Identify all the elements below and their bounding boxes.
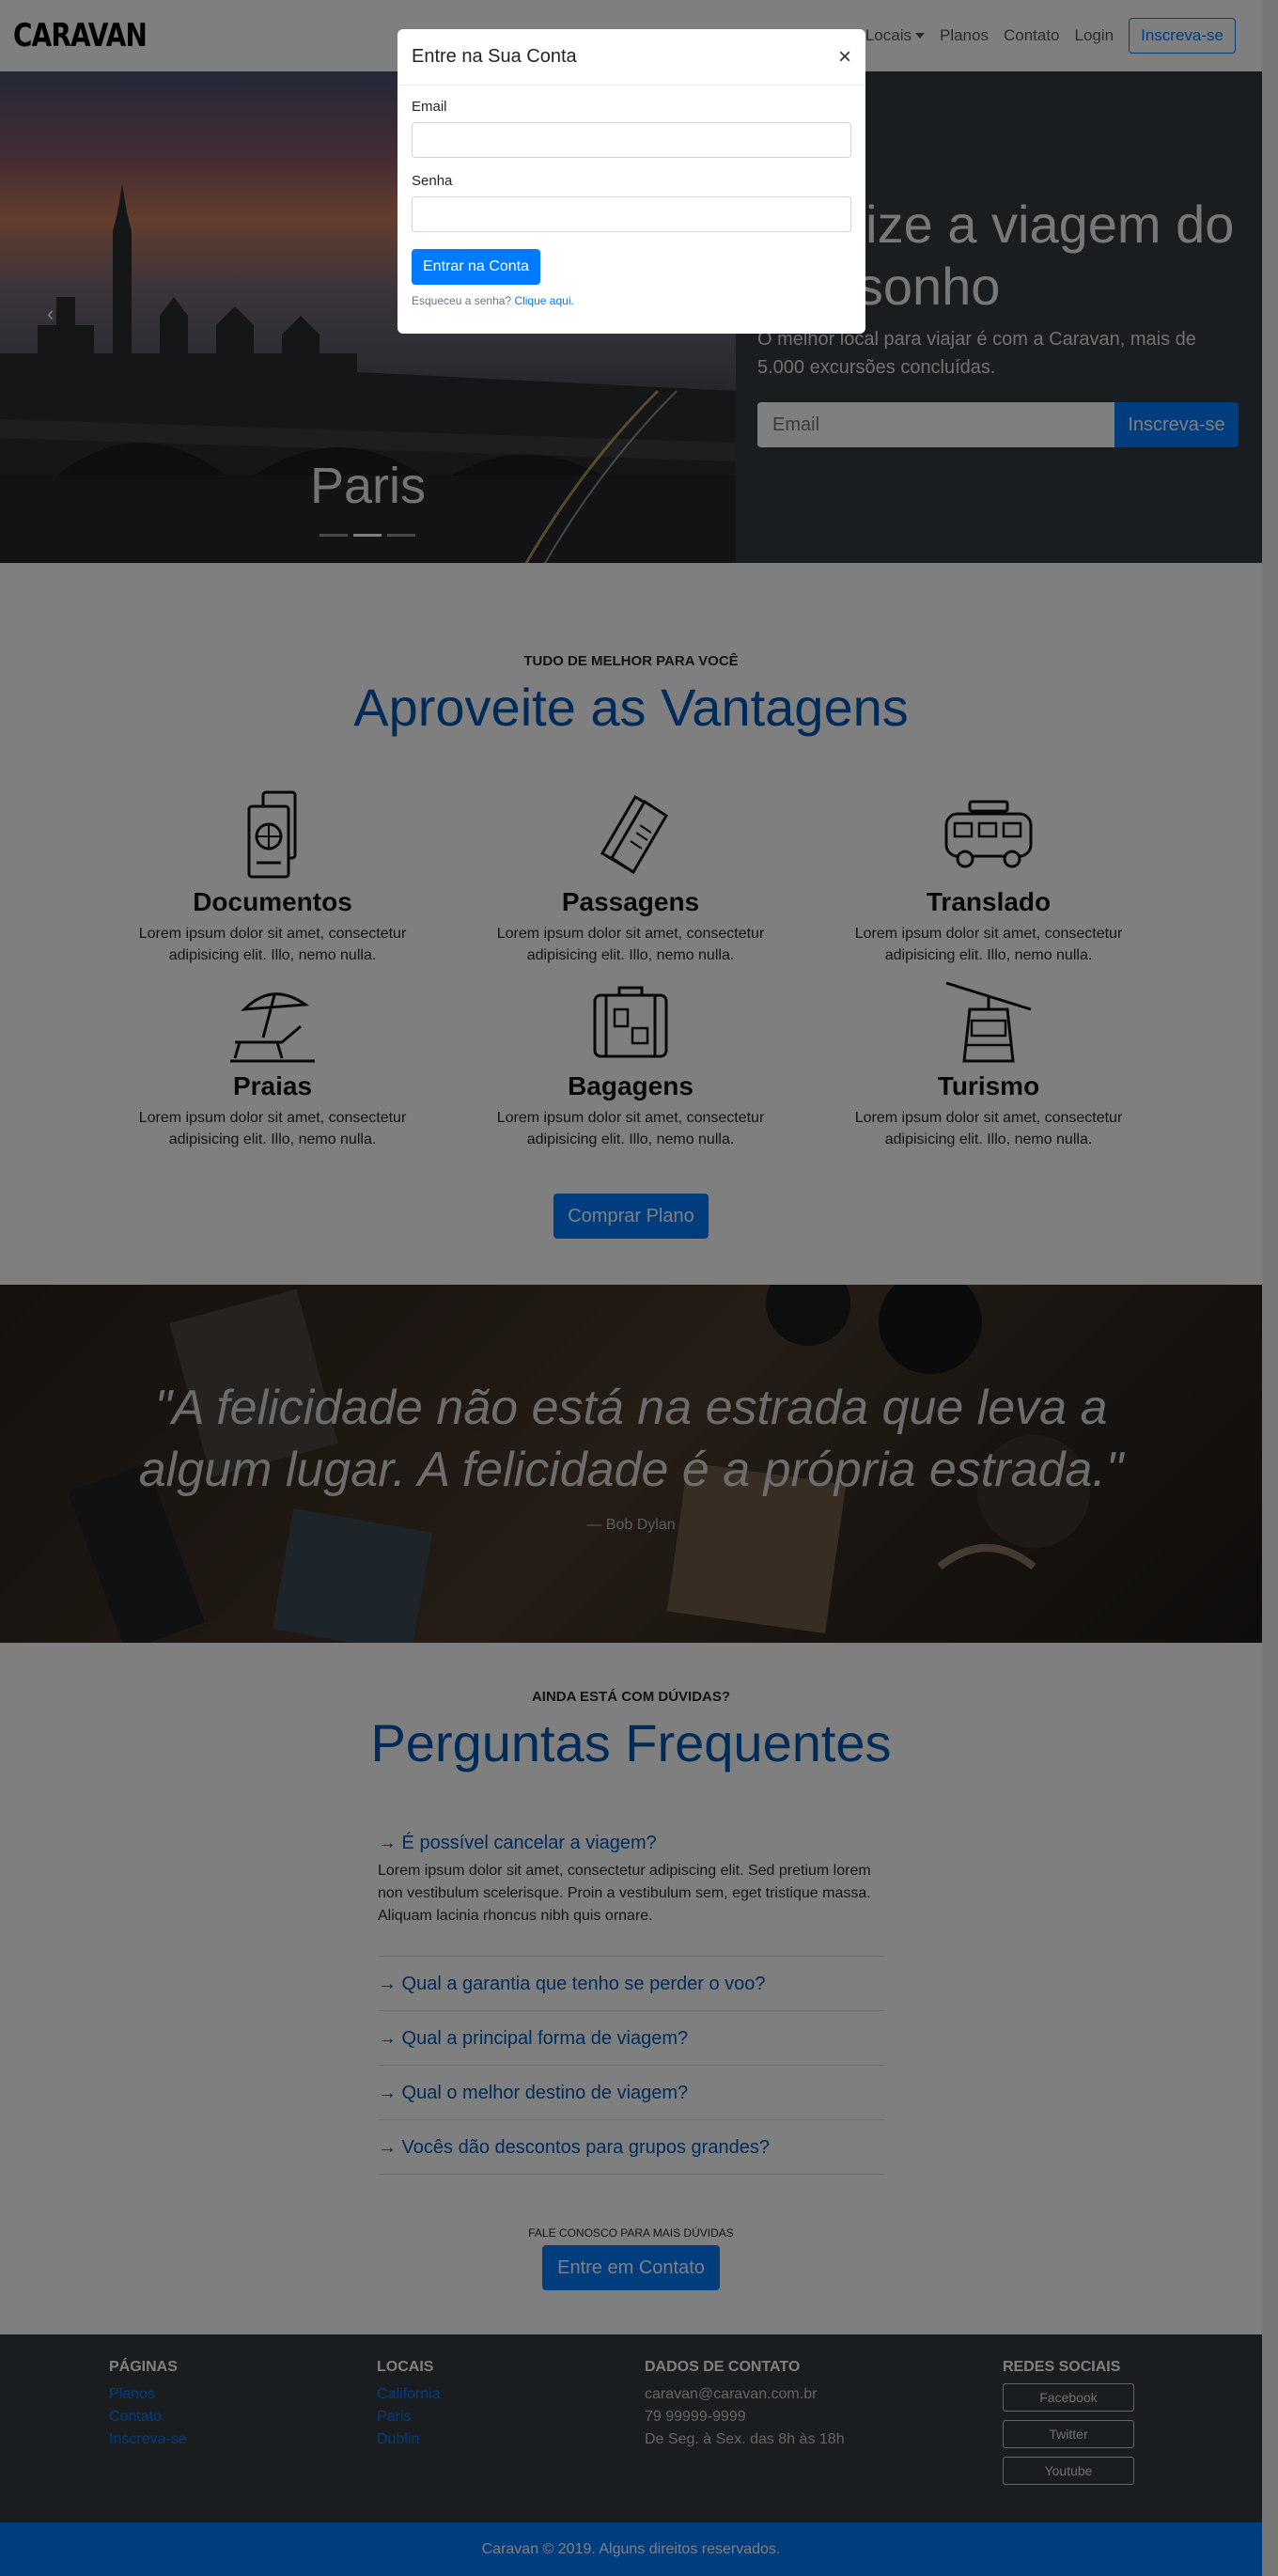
modal-body: Email Senha Entrar na Conta Esqueceu a s… bbox=[397, 86, 865, 320]
forgot-password-text: Esqueceu a senha? bbox=[412, 294, 512, 307]
forgot-password: Esqueceu a senha? Clique aqui. bbox=[412, 294, 851, 307]
password-label: Senha bbox=[412, 173, 453, 189]
close-icon[interactable]: × bbox=[838, 45, 851, 68]
modal-title: Entre na Sua Conta bbox=[412, 46, 577, 67]
password-field[interactable] bbox=[412, 196, 851, 232]
email-label: Email bbox=[412, 99, 447, 115]
login-submit-button[interactable]: Entrar na Conta bbox=[412, 249, 540, 285]
forgot-password-link[interactable]: Clique aqui. bbox=[514, 294, 573, 307]
modal-backdrop[interactable] bbox=[0, 0, 1278, 2576]
modal-header: Entre na Sua Conta × bbox=[397, 29, 865, 86]
email-field[interactable] bbox=[412, 122, 851, 158]
login-modal: Entre na Sua Conta × Email Senha Entrar … bbox=[397, 29, 865, 334]
